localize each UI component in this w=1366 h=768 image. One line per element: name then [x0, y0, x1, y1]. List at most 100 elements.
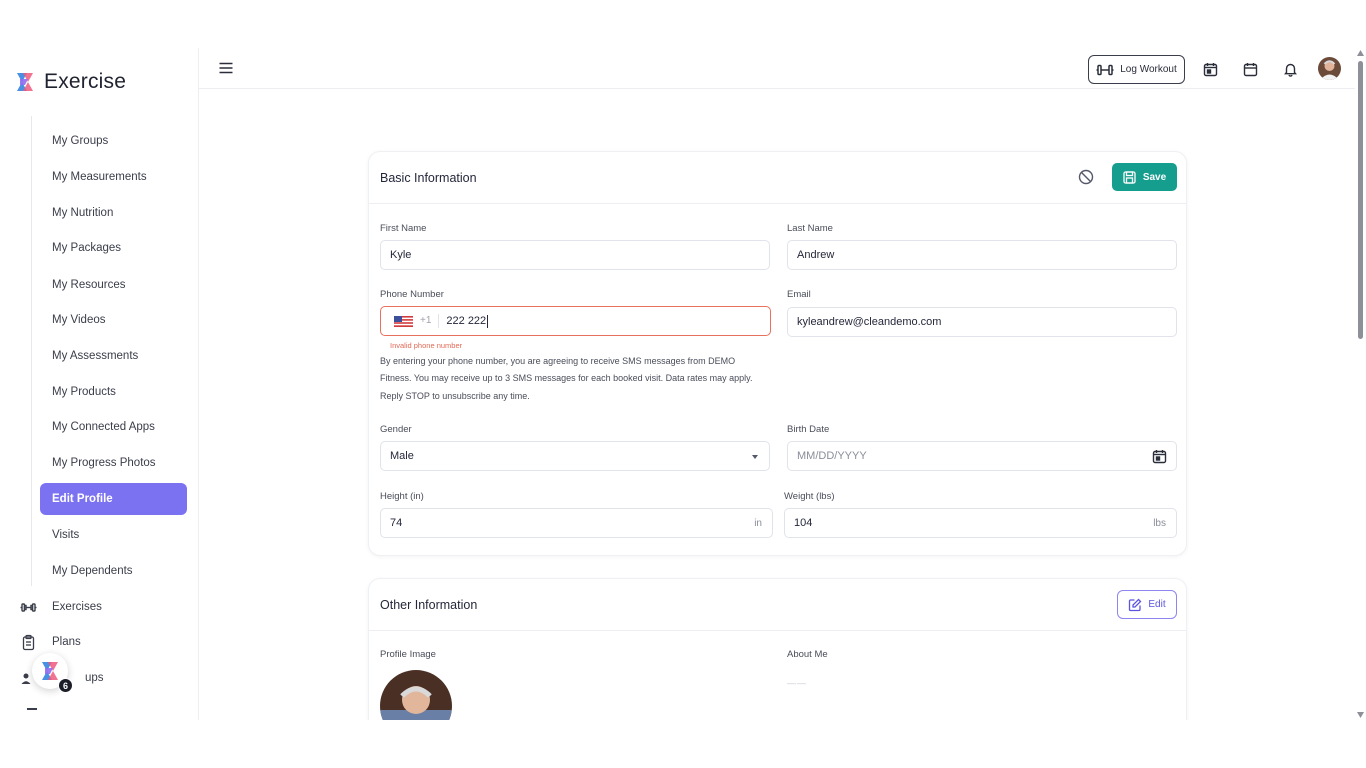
sms-note-line-2: Fitness. You may receive up to 3 SMS mes… — [380, 373, 753, 383]
nav-overflow-icon — [27, 708, 37, 710]
sidebar-item-edit-profile[interactable]: Edit Profile — [40, 483, 187, 515]
sidebar: Exercise My Groups My Measurements My Nu… — [0, 48, 199, 720]
height-input[interactable]: 74 in — [380, 508, 773, 538]
user-avatar[interactable] — [1318, 57, 1341, 80]
sidebar-item-my-dependents[interactable]: My Dependents — [40, 555, 187, 587]
phone-number-label: Phone Number — [380, 289, 444, 300]
edit-button[interactable]: Edit — [1117, 590, 1177, 619]
app-viewport: Exercise My Groups My Measurements My Nu… — [0, 48, 1366, 720]
sidebar-item-label: My Nutrition — [52, 207, 114, 219]
sidebar-item-label: My Videos — [52, 314, 106, 326]
text-cursor — [487, 314, 489, 328]
gender-select[interactable]: Male — [380, 441, 770, 471]
sidebar-item-label: My Assessments — [52, 350, 139, 362]
brand[interactable]: Exercise — [14, 70, 126, 94]
profile-image[interactable] — [380, 670, 452, 720]
card-header: Other Information — [369, 579, 1186, 631]
weight-label: Weight (lbs) — [784, 491, 835, 502]
birth-date-input[interactable]: MM/DD/YYYY — [787, 441, 1177, 471]
first-name-input[interactable]: Kyle — [380, 240, 770, 270]
edit-pencil-icon — [1129, 598, 1142, 611]
sidebar-item-label: My Progress Photos — [52, 457, 156, 469]
sidebar-item-plans[interactable]: Plans — [20, 628, 81, 656]
card-title: Basic Information — [380, 170, 477, 185]
sidebar-item-label: Plans — [52, 636, 81, 648]
scroll-down-arrow-icon[interactable] — [1357, 712, 1364, 718]
menu-icon[interactable] — [218, 60, 234, 76]
weight-value: 104 — [794, 517, 813, 529]
sidebar-item-label: My Connected Apps — [52, 421, 155, 433]
weight-input[interactable]: 104 lbs — [784, 508, 1177, 538]
sidebar-item-label: Exercises — [52, 601, 102, 613]
phone-error-message: Invalid phone number — [390, 341, 463, 350]
sidebar-item-my-progress-photos[interactable]: My Progress Photos — [40, 447, 187, 479]
last-name-input[interactable]: Andrew — [787, 240, 1177, 270]
save-button[interactable]: Save — [1112, 163, 1177, 191]
sidebar-item-my-packages[interactable]: My Packages — [40, 232, 187, 264]
sidebar-item-label: My Dependents — [52, 565, 133, 577]
basic-information-card: Basic Information Save First Name Kyle L… — [368, 151, 1187, 556]
phone-number-input[interactable]: +1 222 222 — [380, 306, 771, 336]
sidebar-item-label: My Products — [52, 386, 116, 398]
gender-value: Male — [390, 450, 414, 462]
sidebar-item-my-resources[interactable]: My Resources — [40, 269, 187, 301]
brand-logo-icon — [17, 73, 33, 91]
clipboard-icon — [20, 634, 37, 651]
calendar-today-icon[interactable] — [1201, 60, 1219, 78]
height-label: Height (in) — [380, 491, 424, 502]
sidebar-item-label: My Resources — [52, 279, 126, 291]
brand-name: Exercise — [44, 70, 127, 93]
scrollbar-thumb[interactable] — [1358, 61, 1363, 339]
sidebar-item-label: Visits — [52, 529, 80, 541]
sms-note-line-3: Reply STOP to unsubscribe any time. — [380, 391, 530, 401]
bell-icon[interactable] — [1281, 60, 1299, 78]
sidebar-item-my-videos[interactable]: My Videos — [40, 304, 187, 336]
first-name-value: Kyle — [390, 249, 412, 261]
brand-logo-icon — [42, 662, 58, 680]
sidebar-item-my-assessments[interactable]: My Assessments — [40, 340, 187, 372]
phone-number-value: 222 222 — [446, 315, 487, 327]
nav-tree-line — [31, 116, 32, 586]
calendar-picker-icon[interactable] — [1152, 449, 1167, 464]
us-flag-icon[interactable] — [394, 315, 413, 327]
height-value: 74 — [390, 517, 403, 529]
page-scrollbar[interactable] — [1355, 48, 1366, 720]
profile-image-label: Profile Image — [380, 649, 436, 660]
app-launcher-button[interactable]: 6 — [32, 653, 73, 693]
card-title: Other Information — [380, 597, 478, 612]
about-me-value: —— — [787, 678, 807, 688]
cancel-icon[interactable] — [1078, 169, 1094, 185]
edit-label: Edit — [1148, 599, 1166, 610]
last-name-value: Andrew — [797, 249, 835, 261]
height-unit: in — [754, 517, 762, 529]
log-workout-button[interactable]: Log Workout — [1088, 55, 1185, 84]
weight-unit: lbs — [1153, 517, 1166, 529]
sidebar-item-my-connected-apps[interactable]: My Connected Apps — [40, 411, 187, 443]
last-name-label: Last Name — [787, 223, 833, 234]
calendar-icon[interactable] — [1241, 60, 1259, 78]
sidebar-item-my-measurements[interactable]: My Measurements — [40, 161, 187, 193]
sidebar-item-visits[interactable]: Visits — [40, 519, 187, 551]
email-label: Email — [787, 289, 811, 300]
dumbbell-icon — [20, 599, 37, 616]
sidebar-item-my-groups[interactable]: My Groups — [40, 125, 187, 157]
scroll-up-arrow-icon[interactable] — [1357, 50, 1364, 56]
sidebar-item-label: My Groups — [52, 135, 109, 147]
sidebar-item-my-products[interactable]: My Products — [40, 376, 187, 408]
about-me-label: About Me — [787, 649, 828, 660]
floppy-disk-icon — [1123, 170, 1136, 184]
top-bar: Log Workout — [199, 48, 1355, 89]
email-value: kyleandrew@cleandemo.com — [797, 316, 942, 328]
sidebar-item-label: My Packages — [52, 242, 122, 254]
sidebar-item-my-nutrition[interactable]: My Nutrition — [40, 197, 187, 229]
sidebar-item-label: My Measurements — [52, 171, 147, 183]
email-input[interactable]: kyleandrew@cleandemo.com — [787, 307, 1177, 337]
sidebar-item-exercises[interactable]: Exercises — [20, 593, 102, 621]
sms-note-line-1: By entering your phone number, you are a… — [380, 356, 736, 366]
log-workout-label: Log Workout — [1120, 64, 1177, 75]
chevron-down-icon — [752, 455, 758, 459]
dumbbell-icon — [1096, 64, 1114, 75]
first-name-label: First Name — [380, 223, 427, 234]
birth-date-placeholder: MM/DD/YYYY — [797, 450, 867, 462]
save-label: Save — [1142, 171, 1167, 183]
